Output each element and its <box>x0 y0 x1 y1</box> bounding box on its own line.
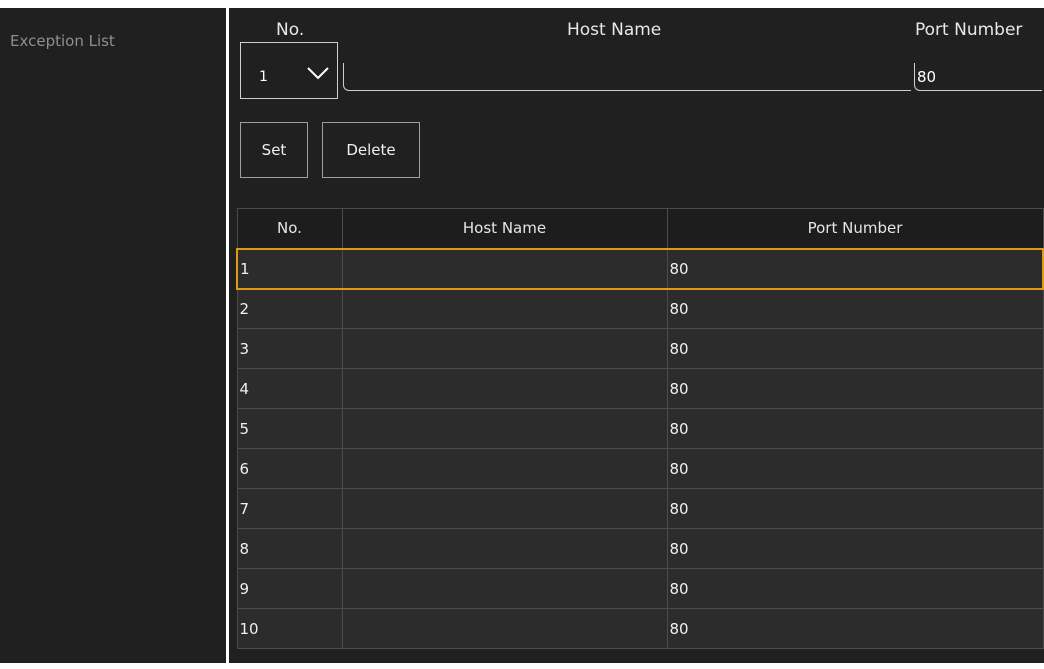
host-name-label: Host Name <box>567 20 662 40</box>
chevron-down-icon <box>307 67 329 80</box>
cell-port-number: 80 <box>666 328 1044 369</box>
cell-host-name <box>341 448 668 489</box>
cell-port-number: 80 <box>666 528 1044 569</box>
cell-no: 1 <box>236 247 343 290</box>
table-row[interactable]: 1 80 <box>236 247 1044 290</box>
cell-no: 3 <box>236 328 343 369</box>
cell-no: 2 <box>236 288 343 329</box>
settings-panel: Exception List No. Host Name Port Number… <box>0 0 1044 669</box>
cell-port-number: 80 <box>666 568 1044 609</box>
cell-no: 9 <box>236 568 343 609</box>
cell-host-name <box>341 247 668 290</box>
no-label: No. <box>276 20 305 40</box>
section-sidebar: Exception List <box>0 8 226 663</box>
section-label: Exception List <box>10 32 115 50</box>
table-row[interactable]: 2 80 <box>236 288 1044 329</box>
cell-port-number: 80 <box>666 288 1044 329</box>
table-row[interactable]: 9 80 <box>236 568 1044 609</box>
cell-port-number: 80 <box>666 488 1044 529</box>
port-number-label: Port Number <box>915 20 1023 40</box>
cell-port-number: 80 <box>666 368 1044 409</box>
cell-port-number: 80 <box>666 247 1044 290</box>
cell-no: 4 <box>236 368 343 409</box>
cell-host-name <box>341 608 668 649</box>
table-row[interactable]: 6 80 <box>236 448 1044 489</box>
no-dropdown-value: 1 <box>259 69 268 85</box>
exception-table: No. Host Name Port Number 1 80 2 80 3 80 4 80 5 8… <box>236 208 1044 649</box>
cell-port-number: 80 <box>666 448 1044 489</box>
cell-host-name <box>341 488 668 529</box>
column-header-no: No. <box>236 208 343 249</box>
exception-list-content: No. Host Name Port Number 1 Set Delete N… <box>229 8 1044 663</box>
column-header-host-name: Host Name <box>341 208 668 249</box>
cell-no: 5 <box>236 408 343 449</box>
port-number-input[interactable] <box>914 63 1042 91</box>
set-button[interactable]: Set <box>240 122 308 178</box>
cell-port-number: 80 <box>666 608 1044 649</box>
cell-no: 10 <box>236 608 343 649</box>
cell-host-name <box>341 368 668 409</box>
cell-port-number: 80 <box>666 408 1044 449</box>
host-name-input[interactable] <box>343 63 911 91</box>
cell-host-name <box>341 528 668 569</box>
table-row[interactable]: 8 80 <box>236 528 1044 569</box>
cell-no: 6 <box>236 448 343 489</box>
table-header-row: No. Host Name Port Number <box>236 208 1044 249</box>
table-row[interactable]: 7 80 <box>236 488 1044 529</box>
cell-host-name <box>341 288 668 329</box>
cell-host-name <box>341 408 668 449</box>
column-header-port-number: Port Number <box>666 208 1044 249</box>
cell-no: 8 <box>236 528 343 569</box>
cell-no: 7 <box>236 488 343 529</box>
table-row[interactable]: 3 80 <box>236 328 1044 369</box>
no-dropdown[interactable]: 1 <box>240 42 338 99</box>
table-row[interactable]: 4 80 <box>236 368 1044 409</box>
cell-host-name <box>341 328 668 369</box>
cell-host-name <box>341 568 668 609</box>
delete-button[interactable]: Delete <box>322 122 420 178</box>
table-row[interactable]: 5 80 <box>236 408 1044 449</box>
table-row[interactable]: 10 80 <box>236 608 1044 649</box>
